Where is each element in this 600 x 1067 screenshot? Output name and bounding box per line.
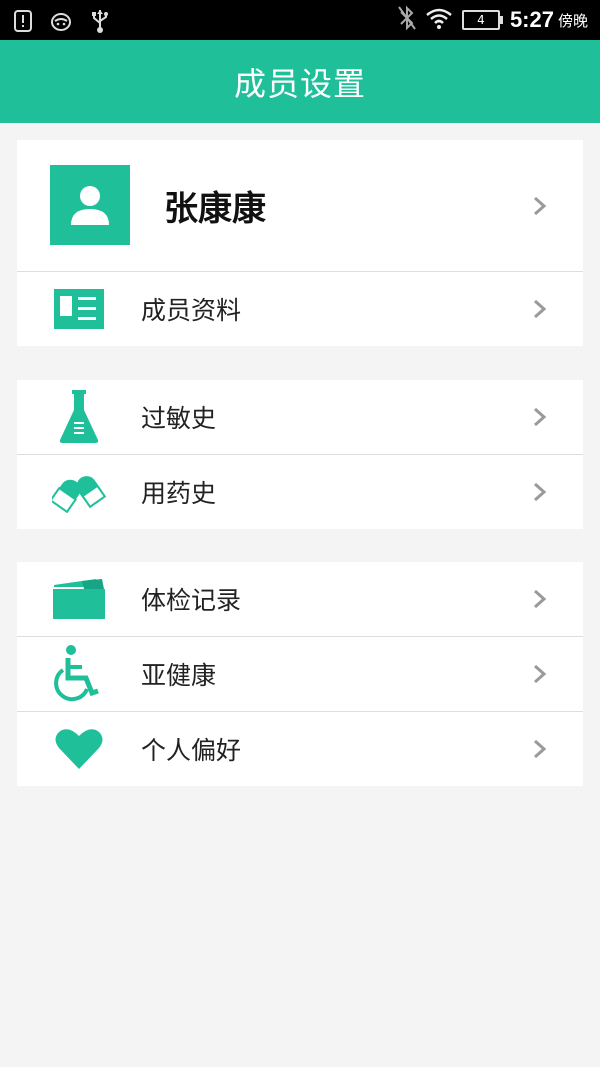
menu-item-label: 个人偏好 [141,736,242,765]
chevron-right-icon [534,299,547,319]
member-name: 张康康 [164,189,266,229]
status-bar: 4 5:27 傍晚 [0,0,600,40]
flask-icon [51,389,107,445]
page-title: 成员设置 [233,64,366,103]
menu-item-label: 亚健康 [141,661,217,690]
menu-item-label: 用药史 [141,479,217,508]
wheelchair-icon [51,645,107,702]
menu-item-label: 体检记录 [141,586,242,615]
profile-row[interactable]: 张康康 [17,140,583,271]
menu-item-label: 成员资料 [141,296,242,325]
avatar [50,165,130,245]
history-card: 过敏史 用药史 [17,380,583,529]
chevron-right-icon [534,739,547,759]
clock-time: 5:27 [509,7,554,32]
menu-item-medication-history[interactable]: 用药史 [17,454,583,529]
profile-card: 张康康 成员资料 [17,140,583,346]
wifi-icon [426,7,452,33]
menu-item-member-info[interactable]: 成员资料 [17,271,583,346]
menu-item-allergy-history[interactable]: 过敏史 [17,380,583,454]
app-header: 成员设置 [0,40,600,123]
heart-icon [51,721,107,777]
menu-item-personal-preferences[interactable]: 个人偏好 [17,711,583,786]
cat-icon [50,11,72,35]
chevron-right-icon [534,482,547,502]
usb-icon [90,8,110,38]
chevron-right-icon [534,196,547,215]
id-card-icon [51,281,107,337]
alert-icon [14,10,32,36]
chevron-right-icon [534,589,547,609]
menu-item-label: 过敏史 [141,404,217,433]
chevron-right-icon [534,664,547,684]
pills-icon [51,464,107,520]
folder-icon [51,571,107,627]
health-card: 体检记录 亚健康 个人偏好 [17,562,583,786]
battery-icon: 4 [461,10,503,30]
bluetooth-icon [398,5,416,35]
menu-item-sub-health[interactable]: 亚健康 [17,636,583,711]
menu-item-checkup-records[interactable]: 体检记录 [17,562,583,636]
user-icon [71,186,109,225]
clock-period: 傍晚 [557,11,588,30]
chevron-right-icon [534,407,547,427]
